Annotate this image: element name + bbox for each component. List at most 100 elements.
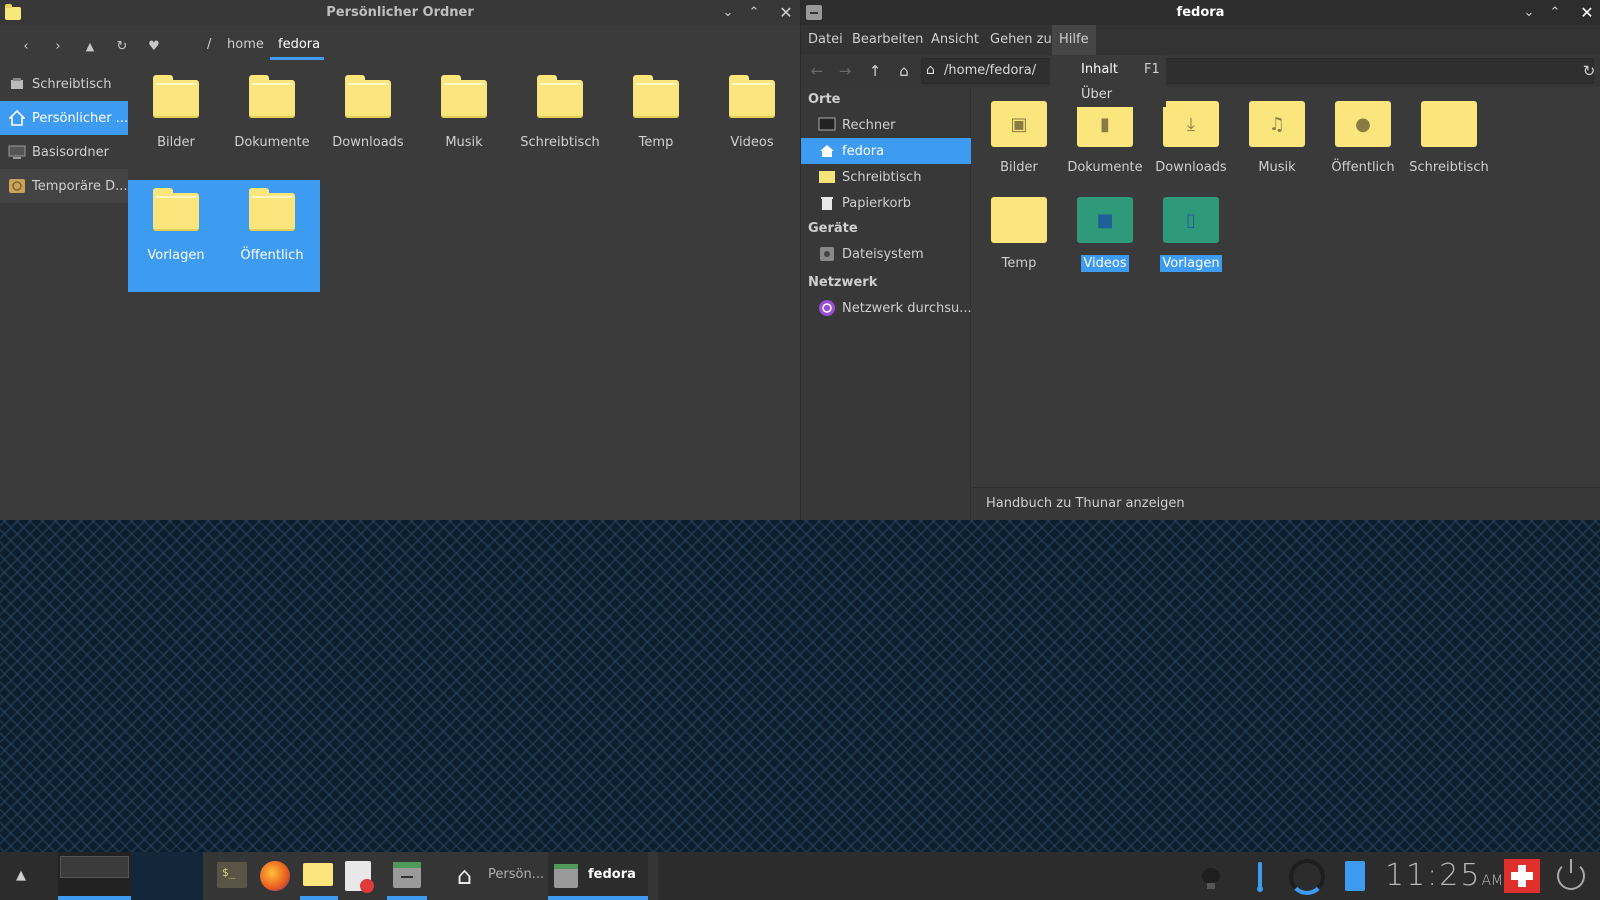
maximize-button[interactable]: ⌃ [741, 0, 767, 25]
menu-item-ueber[interactable]: Über [1050, 82, 1166, 108]
breadcrumb-fedora[interactable]: fedora [278, 37, 320, 52]
text-editor-launcher-icon[interactable] [345, 861, 374, 893]
back-icon[interactable]: ‹ [16, 36, 36, 56]
folder-item[interactable]: Videos [704, 67, 800, 179]
folder-item[interactable]: Schreibtisch [1406, 87, 1492, 177]
folder-item[interactable]: Temp [608, 67, 704, 179]
minimize-button[interactable]: ⌄ [715, 0, 741, 25]
menu-gehen-zu[interactable]: Gehen zu [990, 32, 1052, 47]
folder-icon [729, 75, 775, 118]
terminal-launcher-icon[interactable]: $_ [217, 862, 247, 888]
sidebar-item-label: Basisordner [32, 144, 109, 160]
sidebar-item-label: Persönlicher ... [32, 110, 128, 126]
clock[interactable]: 11:25AM [1385, 858, 1503, 893]
thunar-window: fedora ⌄ ⌃ ✕ Datei Bearbeiten Ansicht Ge… [800, 0, 1600, 520]
forward-icon[interactable]: › [48, 36, 68, 56]
thunar-sidebar: Orte Rechner fedora Schreibtisch Papierk… [801, 87, 971, 520]
firefox-launcher-icon[interactable] [260, 861, 290, 891]
reload-icon[interactable]: ↻ [112, 36, 132, 56]
folder-item[interactable]: Schreibtisch [512, 67, 608, 179]
back-arrow-icon[interactable]: ← [807, 61, 827, 81]
folder-item[interactable]: ♫ Musik [1234, 87, 1320, 177]
thunar-titlebar[interactable]: fedora ⌄ ⌃ ✕ [801, 0, 1600, 25]
folder-item[interactable]: Downloads [320, 67, 416, 179]
desktop-icon [8, 76, 26, 92]
sidebar-item-label: Papierkorb [842, 195, 912, 211]
folder-item[interactable]: Temp [976, 183, 1062, 273]
workspace-2-thumbnail[interactable] [131, 852, 203, 900]
left-sidebar: Schreibtisch Persönlicher ... Basisordne… [0, 67, 128, 203]
menu-datei[interactable]: Datei [808, 32, 843, 47]
sidebar-item-dateisystem[interactable]: Dateisystem [801, 241, 971, 267]
sidebar-item-persoenlicher-ordner[interactable]: Persönlicher ... [0, 101, 128, 135]
folder-icon [991, 191, 1047, 243]
up-icon[interactable]: ▲ [80, 36, 100, 56]
thermometer-icon[interactable] [1257, 862, 1263, 892]
show-menu-up-icon[interactable]: ▲ [16, 868, 36, 884]
folder-item-selected[interactable]: ▯ Vorlagen [1148, 183, 1234, 273]
breadcrumb-home[interactable]: home [227, 37, 264, 52]
sidebar-item-schreibtisch[interactable]: Schreibtisch [801, 164, 971, 190]
menu-ansicht[interactable]: Ansicht [931, 32, 979, 47]
network-header: Netzwerk [808, 275, 878, 290]
folder-item[interactable]: Dokumente [224, 67, 320, 179]
computer-icon [8, 144, 26, 160]
places-header: Orte [808, 92, 841, 107]
close-button[interactable]: ✕ [773, 0, 799, 25]
forward-arrow-icon[interactable]: → [835, 61, 855, 81]
folder-item-selected[interactable]: Öffentlich [224, 180, 320, 292]
sidebar-item-basisordner[interactable]: Basisordner [0, 135, 128, 169]
close-button[interactable]: ✕ [1574, 0, 1600, 25]
lightbulb-icon[interactable] [1202, 868, 1220, 890]
folder-pictures-icon: ▣ [991, 95, 1047, 147]
folder-icon [537, 75, 583, 118]
minimize-button[interactable]: ⌄ [1516, 0, 1542, 25]
thunar-window-title: fedora [1176, 5, 1225, 20]
home-icon: ⌂ [457, 862, 473, 890]
sidebar-item-rechner[interactable]: Rechner [801, 112, 971, 138]
workspace-1-thumbnail[interactable] [58, 852, 131, 900]
swiss-flag-icon[interactable] [1504, 859, 1540, 893]
left-titlebar[interactable]: Persönlicher Ordner ⌄ ⌃ ✕ [0, 0, 800, 25]
folder-item[interactable]: Bilder [128, 67, 224, 179]
menu-hilfe[interactable]: Hilfe [1052, 25, 1096, 55]
folder-label: Downloads [332, 135, 404, 150]
folder-item[interactable]: ● Öffentlich [1320, 87, 1406, 177]
sidebar-item-fedora[interactable]: fedora [801, 138, 971, 164]
folder-icon [153, 75, 199, 118]
sidebar-item-papierkorb[interactable]: Papierkorb [801, 190, 971, 216]
folder-item-selected[interactable]: Vorlagen [128, 180, 224, 292]
folder-emblem: ■ [1096, 210, 1114, 231]
cpu-gauge-icon[interactable] [1289, 859, 1325, 895]
clock-meridiem: AM [1481, 873, 1504, 889]
sidebar-item-label: Schreibtisch [32, 76, 112, 92]
file-manager-launcher[interactable] [387, 852, 427, 900]
help-dropdown-menu: Inhalt F1 Über [1050, 55, 1166, 107]
thunar-toolbar: ← → ↑ ⌂ ⌂ /home/fedora/ ↻ [801, 55, 1600, 87]
menu-bearbeiten[interactable]: Bearbeiten [852, 32, 923, 47]
folder-label: Bilder [1000, 160, 1038, 175]
sidebar-item-netzwerk[interactable]: Netzwerk durchsu... [801, 295, 971, 321]
home-icon[interactable]: ⌂ [894, 61, 914, 81]
folder-label: Schreibtisch [1409, 160, 1489, 175]
reload-icon[interactable]: ↻ [1579, 61, 1599, 81]
folder-label: Dokumente [1067, 160, 1143, 175]
folder-icon [303, 863, 333, 886]
location-bar[interactable]: ⌂ /home/fedora/ [921, 58, 1594, 84]
folder-item[interactable]: Musik [416, 67, 512, 179]
battery-icon[interactable] [1345, 861, 1365, 891]
menu-item-inhalt[interactable]: Inhalt F1 [1050, 57, 1166, 83]
bookmark-heart-icon[interactable]: ♥ [144, 36, 164, 56]
menu-item-accelerator: F1 [1144, 62, 1160, 77]
files-launcher[interactable] [300, 852, 338, 900]
power-icon[interactable] [1557, 859, 1585, 890]
task-button-fedora[interactable]: fedora [548, 852, 648, 900]
task-button-persoenlicher-ordner[interactable]: ⌂ Persön... [447, 852, 547, 900]
folder-item-selected[interactable]: ■ Videos [1062, 183, 1148, 273]
breadcrumb-root[interactable]: / [207, 37, 211, 52]
sidebar-item-temporaere-dateien[interactable]: Temporäre D... [0, 169, 128, 203]
maximize-button[interactable]: ⌃ [1542, 0, 1568, 25]
folder-icon [441, 75, 487, 118]
sidebar-item-schreibtisch[interactable]: Schreibtisch [0, 67, 128, 101]
up-arrow-icon[interactable]: ↑ [865, 61, 885, 81]
